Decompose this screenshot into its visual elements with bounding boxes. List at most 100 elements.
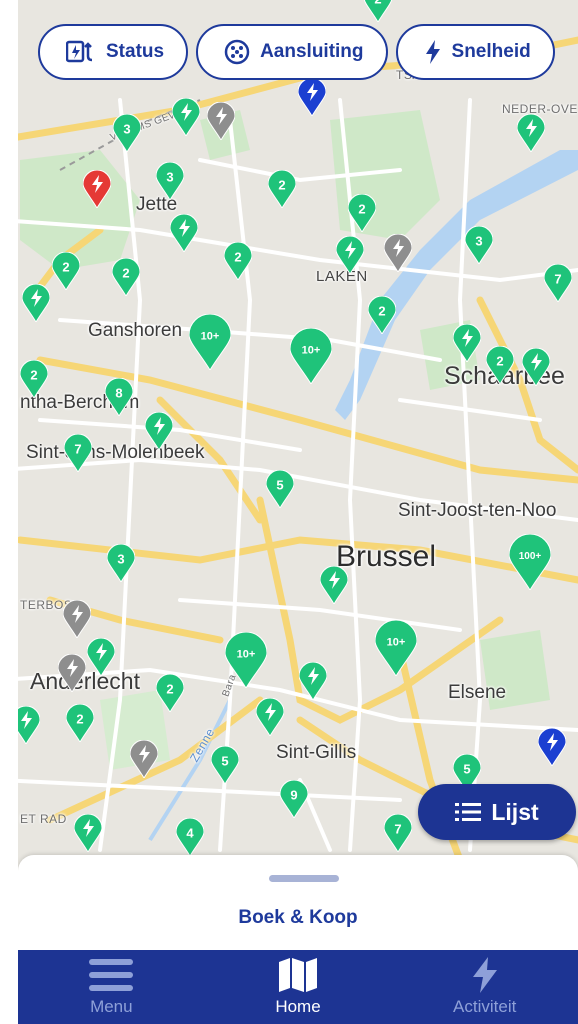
connector-filter-button[interactable]: Aansluiting: [196, 24, 388, 80]
connector-icon: [224, 39, 250, 65]
charging-pin[interactable]: 4: [176, 818, 204, 856]
charging-pin[interactable]: 7: [544, 264, 572, 302]
place-label: Sint-Joost-ten-Noo: [398, 500, 557, 521]
charging-pin[interactable]: 2: [52, 252, 80, 290]
pin-count: 7: [74, 442, 81, 457]
status-filter-label: Status: [106, 41, 165, 62]
charging-pin[interactable]: 10+: [189, 314, 231, 370]
offline-charger-pin[interactable]: [130, 740, 158, 778]
pin-count: 5: [463, 762, 470, 777]
nav-label-activity: Activiteit: [453, 997, 517, 1016]
status-filter-button[interactable]: Status: [38, 24, 189, 80]
pin-count: 3: [117, 552, 124, 567]
pin-count: 2: [234, 250, 241, 265]
charging-pin[interactable]: 5: [211, 746, 239, 784]
charging-pin[interactable]: 7: [384, 814, 412, 852]
fast-charger-pin[interactable]: [538, 728, 566, 766]
charging-pin[interactable]: 10+: [225, 632, 267, 688]
charging-pin[interactable]: 3: [465, 226, 493, 264]
charging-pin[interactable]: [87, 638, 115, 676]
charging-pin[interactable]: [517, 114, 545, 152]
charging-pin[interactable]: [74, 814, 102, 852]
charging-pin[interactable]: 2: [66, 704, 94, 742]
menu-icon: [89, 959, 134, 991]
charging-pin[interactable]: 10+: [290, 328, 332, 384]
charging-pin[interactable]: 2: [268, 170, 296, 208]
pin-count: 10+: [201, 331, 220, 343]
pin-count: 10+: [387, 637, 406, 649]
list-view-button[interactable]: Lijst: [418, 784, 576, 840]
pin-count: 3: [123, 122, 130, 137]
pin-count: 2: [122, 266, 129, 281]
list-icon: [455, 803, 482, 821]
pin-count: 7: [554, 272, 561, 287]
charging-pin[interactable]: 2: [20, 360, 48, 398]
nav-item-menu[interactable]: Menu: [18, 950, 205, 1024]
charging-pin[interactable]: [170, 214, 198, 252]
bottom-sheet[interactable]: Boek & Koop: [18, 855, 578, 955]
pin-count: 7: [394, 822, 401, 837]
charging-pin[interactable]: 2: [112, 258, 140, 296]
nav-item-home[interactable]: Home: [205, 950, 392, 1024]
pin-count: 2: [496, 354, 503, 369]
charging-pin[interactable]: [145, 412, 173, 450]
pin-count: 3: [166, 170, 173, 185]
charging-pin[interactable]: 2: [368, 296, 396, 334]
occupied-charger-pin[interactable]: [83, 170, 111, 208]
place-label: Sint-Jans-Molenbeek: [26, 442, 205, 463]
offline-charger-pin[interactable]: [384, 234, 412, 272]
speed-filter-label: Snelheid: [451, 41, 531, 62]
charging-pin[interactable]: 7: [64, 434, 92, 472]
pin-count: 2: [76, 712, 83, 727]
charging-pin[interactable]: 3: [107, 544, 135, 582]
charging-pin[interactable]: 10+: [375, 620, 417, 676]
charging-pin[interactable]: 2: [486, 346, 514, 384]
charging-pin[interactable]: 100+: [509, 534, 551, 590]
nav-label-home: Home: [275, 997, 321, 1016]
fast-charger-pin[interactable]: [298, 78, 326, 116]
pin-count: 8: [115, 386, 122, 401]
screen-edge: [0, 0, 18, 1024]
place-label: Ganshoren: [88, 320, 183, 341]
nav-label-menu: Menu: [90, 997, 133, 1016]
charging-pin[interactable]: [522, 348, 550, 386]
charging-pin[interactable]: [453, 324, 481, 362]
pin-count: 10+: [302, 345, 321, 357]
filter-bar: Status Aansluiting Snelheid: [38, 24, 555, 80]
charging-pin[interactable]: 8: [105, 378, 133, 416]
charging-pin[interactable]: [299, 662, 327, 700]
offline-charger-pin[interactable]: [58, 654, 86, 692]
charging-pin[interactable]: [22, 284, 50, 322]
charging-pin[interactable]: [320, 566, 348, 604]
charging-pin[interactable]: 3: [156, 162, 184, 200]
charging-pin[interactable]: 5: [266, 470, 294, 508]
charging-pin[interactable]: 3: [113, 114, 141, 152]
charging-pin[interactable]: [256, 698, 284, 736]
offline-charger-pin[interactable]: [63, 600, 91, 638]
pin-count: 5: [221, 754, 228, 769]
bottom-navigation: Menu Home Activiteit: [18, 950, 578, 1024]
list-view-label: Lijst: [491, 798, 539, 825]
charging-pin[interactable]: 2: [348, 194, 376, 232]
offline-charger-pin[interactable]: [207, 102, 235, 140]
map-icon: [279, 958, 317, 992]
charging-pin[interactable]: 9: [280, 780, 308, 818]
charging-pin[interactable]: [336, 236, 364, 274]
pin-count: 10+: [237, 649, 256, 661]
pin-count: 4: [186, 826, 194, 841]
charging-pin[interactable]: [172, 98, 200, 136]
charging-pin[interactable]: 2: [224, 242, 252, 280]
pin-count: 2: [30, 368, 37, 383]
sheet-drag-handle[interactable]: [269, 875, 339, 882]
pin-count: 3: [475, 234, 482, 249]
charging-pin[interactable]: 2: [364, 0, 392, 22]
place-label: Brussel: [336, 540, 437, 573]
speed-filter-button[interactable]: Snelheid: [395, 24, 555, 80]
place-label: ET RAD: [20, 812, 67, 826]
charging-pin[interactable]: 2: [156, 674, 184, 712]
pin-count: 2: [374, 0, 381, 7]
pin-count: 9: [290, 788, 297, 803]
pin-count: 2: [378, 304, 385, 319]
sheet-title: Boek & Koop: [238, 907, 358, 928]
nav-item-activity[interactable]: Activiteit: [391, 950, 578, 1024]
